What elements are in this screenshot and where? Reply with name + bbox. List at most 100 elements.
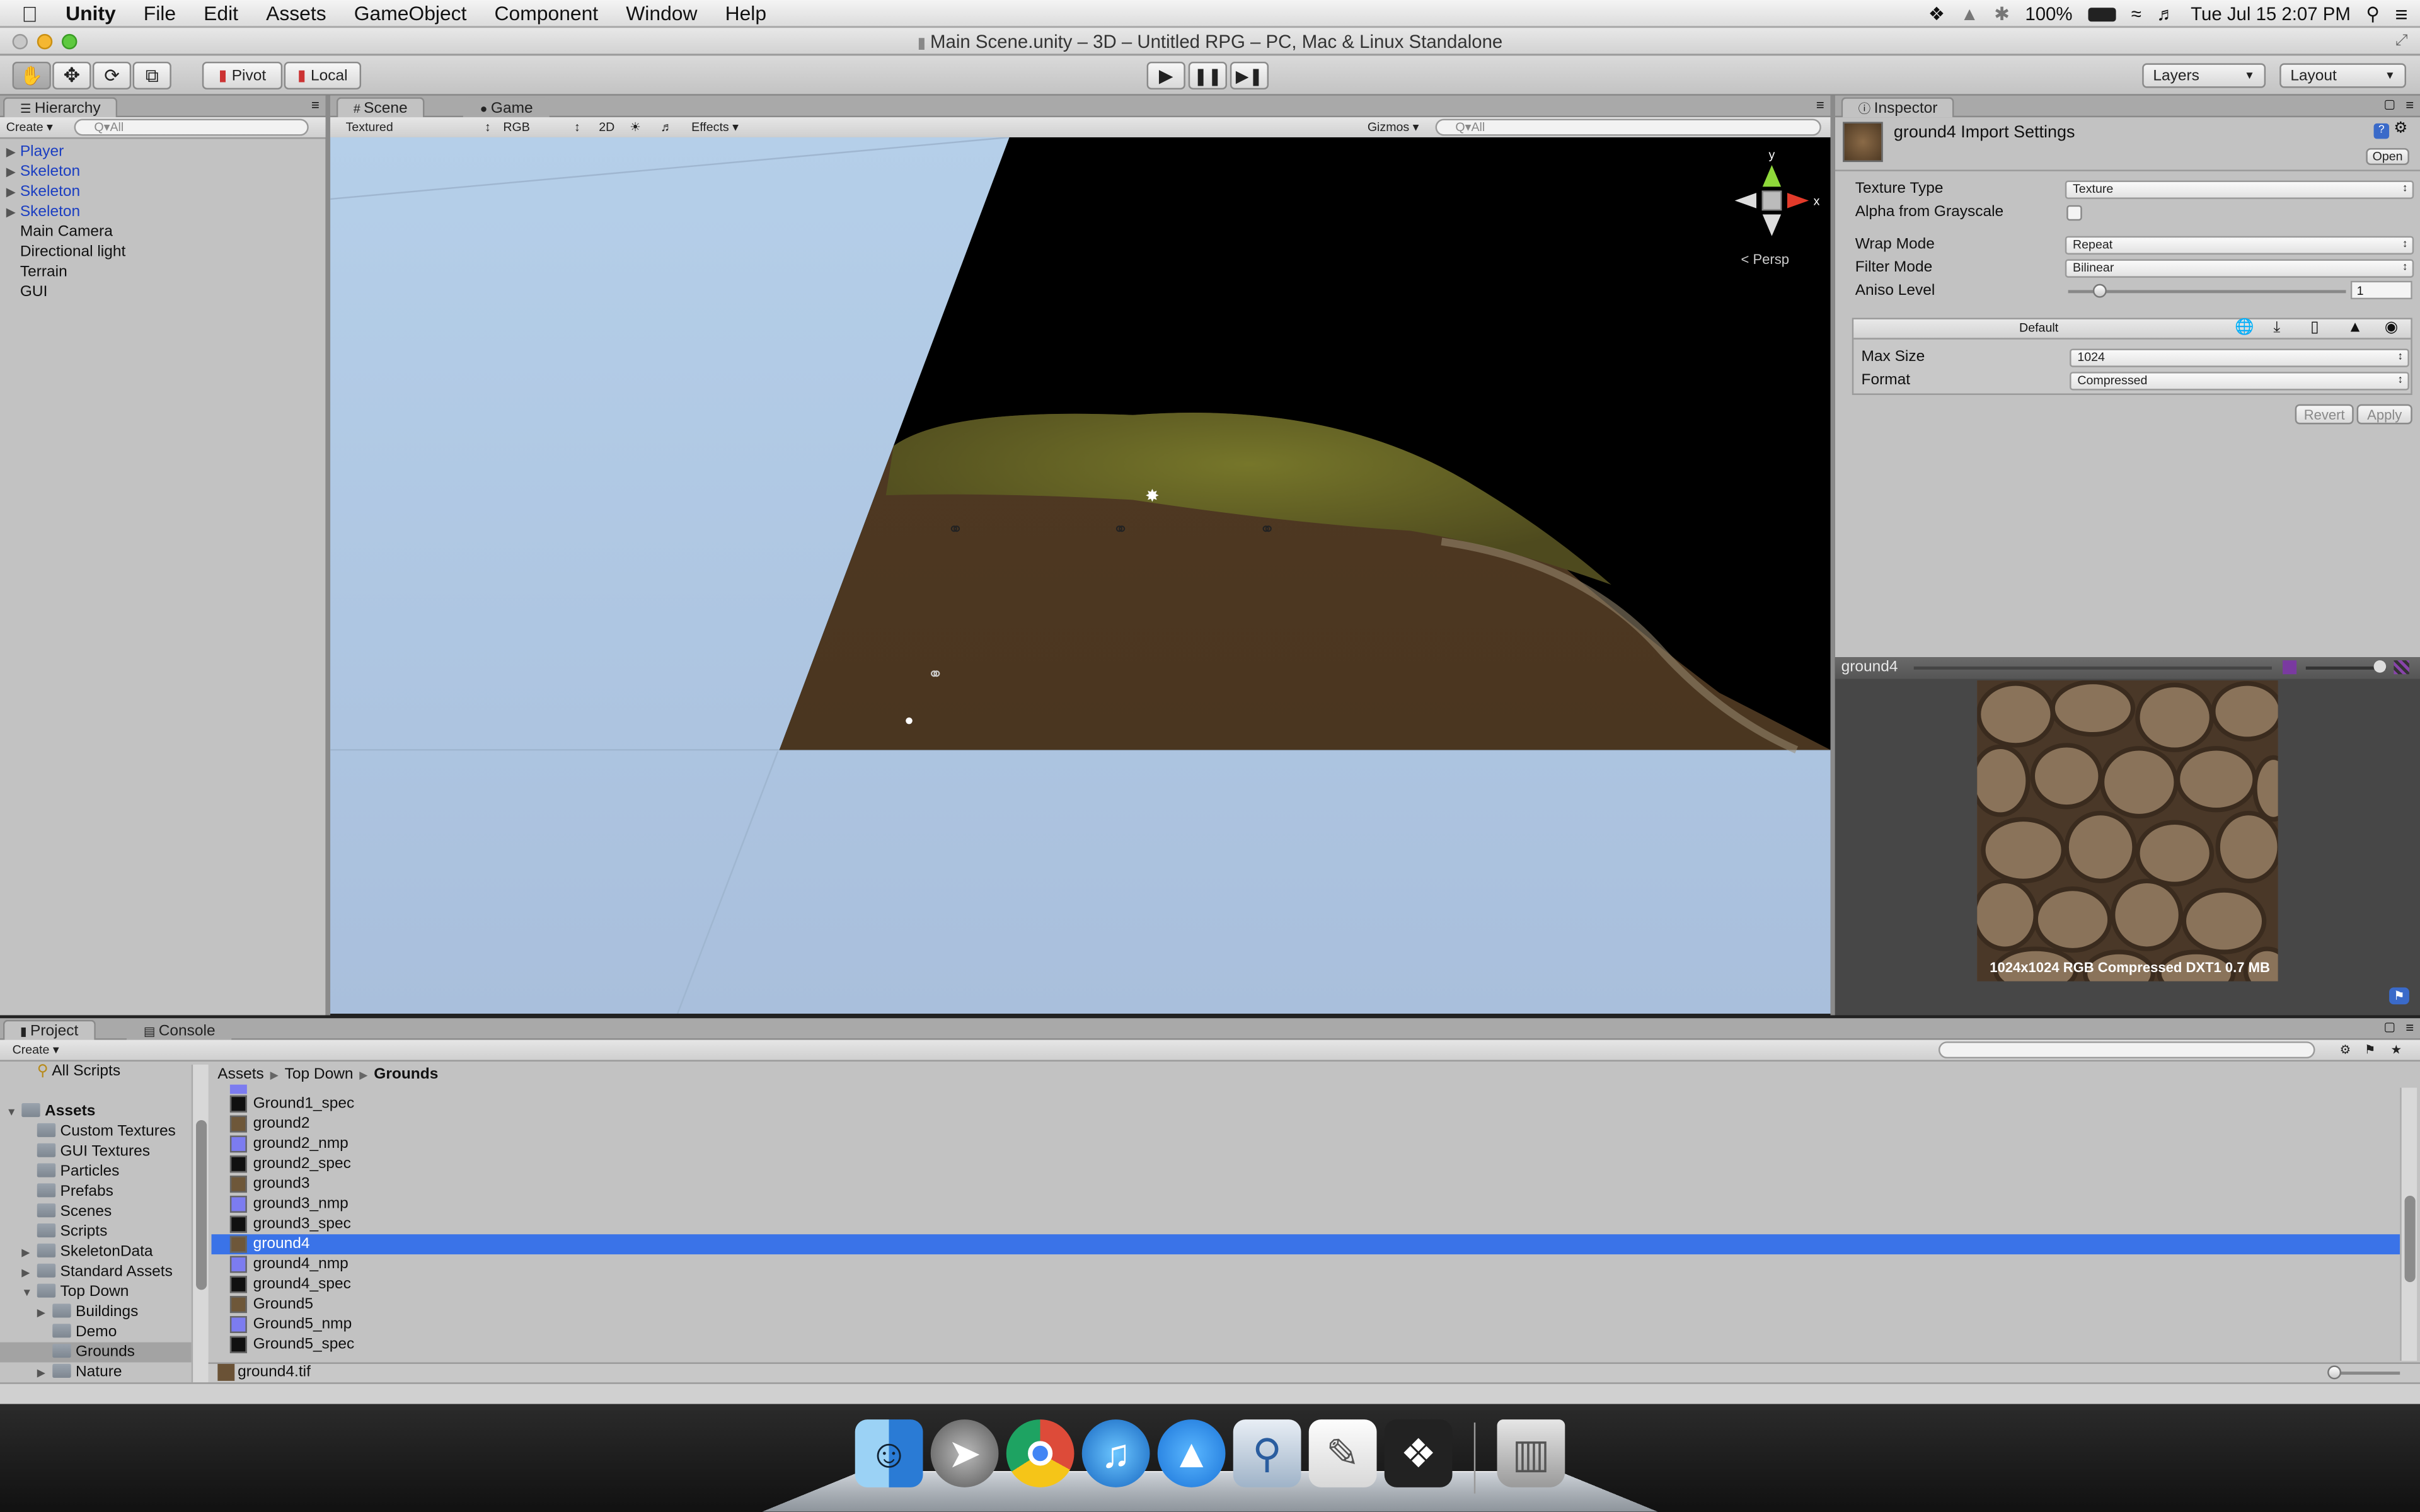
app-menu[interactable]: Unity [52, 0, 130, 27]
file-list-item[interactable]: Ground5_spec [212, 1334, 2400, 1354]
player-gizmo-icon[interactable]: ⚭ [928, 664, 943, 685]
project-search-input[interactable] [1938, 1041, 2315, 1059]
breadcrumb-top-down[interactable]: Top Down [285, 1066, 354, 1083]
persp-label[interactable]: < Persp [1741, 251, 1789, 267]
lighting-toggle-icon[interactable]: ☀ [623, 119, 647, 137]
layers-dropdown[interactable]: Layers ▼ [2142, 63, 2266, 88]
favorite-all-scripts[interactable]: ⚲ All Scripts [37, 1062, 120, 1082]
folder-tree-item[interactable]: ▶ Nature [0, 1362, 192, 1382]
panel-menu-icon[interactable]: ≡ [311, 97, 320, 112]
hierarchy-item-terrain[interactable]: Terrain [6, 262, 67, 282]
itunes-icon[interactable]: ♫ [1081, 1419, 1150, 1487]
settings-gear-icon[interactable]: ⚙ [2394, 120, 2407, 137]
rotate-tool-button[interactable]: ⟳ [92, 61, 132, 90]
menu-edit[interactable]: Edit [190, 0, 252, 27]
expand-triangle-icon[interactable]: ▶ [6, 162, 20, 182]
apple-menu-icon[interactable]:  [0, 0, 52, 27]
file-list-item[interactable]: ground2_nmp [212, 1134, 2400, 1154]
app-store-icon[interactable]: ▲ [1157, 1419, 1226, 1487]
launchpad-icon[interactable]: ➤ [930, 1419, 999, 1487]
filter-mode-dropdown[interactable]: Bilinear [2065, 259, 2414, 278]
platform-tab-default[interactable]: Default [1853, 321, 2224, 335]
texture-type-dropdown[interactable]: Texture [2065, 180, 2414, 199]
apply-button[interactable]: Apply [2356, 404, 2412, 425]
menu-component[interactable]: Component [481, 0, 613, 27]
hierarchy-item-skeleton[interactable]: ▶ Skeleton [6, 202, 80, 222]
hierarchy-item-gui[interactable]: GUI [6, 282, 48, 302]
expand-triangle-icon[interactable]: ▶ [6, 202, 20, 222]
collapsed-triangle-icon[interactable]: ▶ [37, 1364, 52, 1382]
mip-icon[interactable] [2394, 660, 2409, 675]
panel-menu-icon[interactable]: ≡ [2406, 97, 2414, 112]
file-list-item[interactable]: ground3_nmp [212, 1194, 2400, 1215]
mip-slider-thumb[interactable] [2373, 660, 2387, 673]
scale-tool-button[interactable]: ⧉ [132, 61, 171, 90]
play-button[interactable]: ▶ [1146, 61, 1185, 90]
expand-triangle-icon[interactable]: ▶ [6, 182, 20, 202]
render-mode-dropdown[interactable]: Textured ↕ [340, 119, 494, 137]
pause-button[interactable]: ❚❚ [1188, 61, 1227, 90]
dropbox-icon[interactable]: ❖ [1928, 3, 1945, 25]
file-list-item[interactable]: ground2 [212, 1114, 2400, 1134]
expand-triangle-icon[interactable]: ▶ [6, 142, 20, 162]
scene-viewport[interactable]: ✸ ⚭ ⚭ ⚭ ⚭ ● y x < Persp [330, 137, 1831, 1014]
aniso-level-input[interactable]: 1 [2350, 280, 2412, 300]
file-list-item[interactable]: ground3_spec [212, 1214, 2400, 1234]
hierarchy-item-directional-light[interactable]: Directional light [6, 242, 125, 262]
ios-platform-icon[interactable]: ▯ [2310, 319, 2319, 336]
hierarchy-search-input[interactable]: Q▾All [74, 118, 309, 136]
web-platform-icon[interactable]: 🌐 [2235, 319, 2254, 336]
unity-icon[interactable]: ❖ [1384, 1419, 1453, 1487]
scene-search-input[interactable]: Q▾All [1435, 118, 1821, 136]
chrome-icon[interactable] [1006, 1419, 1075, 1487]
directional-light-gizmo-icon[interactable]: ✸ [1145, 486, 1160, 505]
aniso-slider-thumb[interactable] [2092, 284, 2107, 298]
finder-icon[interactable]: ☺ [855, 1419, 923, 1487]
volume-icon[interactable]: ♬ [2157, 3, 2175, 25]
help-icon[interactable]: ? [2373, 123, 2390, 139]
project-create-dropdown[interactable]: Create ▾ [6, 1041, 66, 1060]
pivot-toggle-button[interactable]: ▮ Pivot [202, 61, 283, 90]
spotlight-icon[interactable]: ⚲ [2366, 3, 2380, 25]
tab-console[interactable]: ▤ Console [126, 1019, 233, 1040]
hand-tool-button[interactable]: ✋ [12, 61, 51, 90]
camera-gizmo-icon[interactable]: ● [904, 712, 914, 729]
2d-toggle[interactable]: 2D [592, 119, 621, 137]
asset-label-tag-icon[interactable]: ⚑ [2389, 987, 2409, 1005]
menu-window[interactable]: Window [612, 0, 711, 27]
splitter[interactable] [1830, 95, 1835, 1016]
android-platform-icon[interactable]: ▲ [2348, 319, 2363, 336]
step-button[interactable]: ▶❚ [1230, 61, 1269, 90]
notification-center-icon[interactable]: ≡ [2395, 1, 2407, 26]
hierarchy-item-skeleton[interactable]: ▶ Skeleton [6, 162, 80, 182]
lock-icon[interactable]: ▢ [2383, 1020, 2395, 1034]
layout-dropdown[interactable]: Layout ▼ [2279, 63, 2406, 88]
file-scrollbar[interactable] [2400, 1087, 2417, 1361]
fullscreen-icon[interactable]: ⤢ [2395, 32, 2408, 49]
tab-hierarchy[interactable]: ☰ Hierarchy [3, 97, 118, 118]
hierarchy-item-skeleton[interactable]: ▶ Skeleton [6, 182, 80, 202]
file-list-item[interactable]: ground4_nmp [212, 1254, 2400, 1274]
hierarchy-item-main-camera[interactable]: Main Camera [6, 222, 113, 243]
open-button[interactable]: Open [2366, 148, 2409, 166]
menu-gameobject[interactable]: GameObject [340, 0, 481, 27]
standalone-platform-icon[interactable]: ⤓ [2273, 319, 2280, 336]
tab-scene[interactable]: # Scene [336, 97, 425, 118]
file-list-item[interactable]: ground4 [211, 1234, 2400, 1255]
favorite-star-icon[interactable]: ★ [2385, 1041, 2408, 1060]
alpha-grayscale-checkbox[interactable] [2066, 205, 2082, 221]
skeleton-gizmo-icon[interactable]: ⚭ [948, 519, 964, 540]
flash-platform-icon[interactable]: ◉ [2385, 319, 2398, 336]
hierarchy-item-player[interactable]: ▶ Player [6, 142, 64, 162]
gizmos-dropdown[interactable]: Gizmos ▾ [1361, 119, 1425, 137]
file-list-item[interactable]: ground4_spec [212, 1274, 2400, 1295]
file-list-item[interactable]: Ground5 [212, 1295, 2400, 1315]
menu-file[interactable]: File [130, 0, 190, 27]
local-toggle-button[interactable]: ▮ Local [284, 61, 362, 90]
skeleton-gizmo-icon[interactable]: ⚭ [1113, 519, 1129, 540]
format-dropdown[interactable]: Compressed [2070, 372, 2409, 391]
splitter[interactable] [325, 95, 331, 1016]
panel-menu-icon[interactable]: ≡ [1816, 97, 1824, 112]
file-list-item[interactable]: Ground5_nmp [212, 1315, 2400, 1335]
aniso-slider-track[interactable] [2068, 290, 2346, 294]
